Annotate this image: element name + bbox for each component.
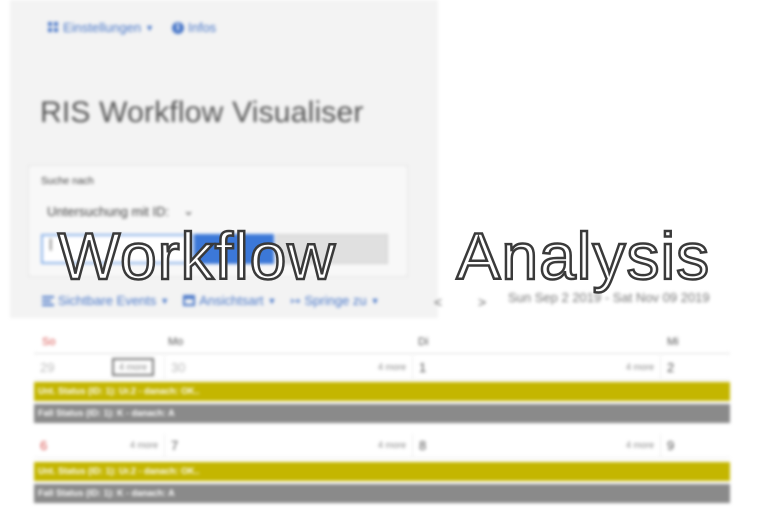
overlay-title: Workflow Analysis	[57, 218, 711, 295]
next-button[interactable]: >	[478, 294, 486, 310]
settings-label: Einstellungen	[63, 20, 142, 35]
event-bar[interactable]: Fall Status (ID: 1): K - danach: A	[34, 484, 730, 503]
view-type-label: Ansichtsart	[199, 293, 264, 308]
visible-events-label: Sichtbare Events	[58, 293, 157, 308]
jump-to-label: Springe zu	[304, 293, 367, 308]
calendar-day[interactable]: 7 4 more	[164, 434, 412, 458]
prev-button[interactable]: <	[434, 294, 442, 310]
day-number: 8	[419, 438, 427, 453]
header-tuesday: Di	[418, 336, 429, 348]
day-number: 7	[171, 438, 179, 453]
event-bar[interactable]: Unt. Status (ID: 1): Ur.2 - danach: OK..	[34, 382, 730, 401]
more-link[interactable]: 4 more	[130, 440, 158, 450]
grid-icon	[48, 22, 59, 33]
chevron-down-icon: ▼	[267, 295, 277, 306]
visible-events-dropdown[interactable]: Sichtbare Events ▼	[42, 293, 169, 308]
search-type-value: Untersuchung mit ID:	[47, 203, 170, 219]
day-number: 2	[667, 360, 675, 375]
calendar-day[interactable]: 6 4 more	[34, 434, 164, 458]
header-sunday: So	[42, 336, 56, 348]
chevron-down-icon: ⌄	[183, 203, 195, 218]
settings-menu[interactable]: Einstellungen ▼	[48, 20, 154, 35]
calendar-day[interactable]: 9	[660, 434, 730, 458]
week-day-row: 29 4 more 30 4 more 1 4 more 2	[34, 356, 730, 380]
event-bar[interactable]: Unt. Status (ID: 1): Ur.2 - danach: OK..	[34, 462, 730, 481]
calendar-day[interactable]: 29 4 more	[34, 356, 164, 380]
info-link[interactable]: i Infos	[171, 20, 217, 35]
chevron-down-icon: ▼	[145, 22, 154, 33]
day-number: 9	[667, 438, 675, 453]
calendar-toolbar: Sichtbare Events ▼ Ansichtsart ▼ ↦ Sprin…	[42, 293, 380, 308]
day-number: 6	[40, 438, 48, 453]
search-label: Suche nach	[41, 176, 94, 187]
chevron-down-icon: ▼	[370, 295, 380, 306]
header-wednesday: Mi	[667, 336, 679, 348]
view-type-dropdown[interactable]: Ansichtsart ▼	[183, 293, 276, 308]
jump-to-dropdown[interactable]: ↦ Springe zu ▼	[290, 293, 379, 308]
calendar-day[interactable]: 30 4 more	[164, 356, 412, 380]
day-number: 30	[171, 360, 186, 375]
calendar-day[interactable]: 1 4 more	[412, 356, 660, 380]
chevron-down-icon: ▼	[160, 295, 170, 306]
info-label: Infos	[187, 20, 217, 35]
more-link[interactable]: 4 more	[112, 358, 155, 376]
more-link[interactable]: 4 more	[626, 362, 654, 372]
more-link[interactable]: 4 more	[378, 440, 406, 450]
calendar-icon	[183, 295, 196, 306]
day-number: 1	[419, 360, 427, 375]
info-icon: i	[171, 21, 184, 34]
top-nav: Einstellungen ▼ i Infos	[48, 20, 216, 35]
calendar-day[interactable]: 2	[660, 356, 730, 380]
arrow-right-icon: ↦	[290, 293, 301, 308]
filter-icon	[42, 295, 54, 306]
header-monday: Mo	[168, 336, 184, 348]
day-number: 29	[40, 360, 55, 375]
more-link[interactable]: 4 more	[378, 362, 406, 372]
calendar-day[interactable]: 8 4 more	[412, 434, 660, 458]
event-bar[interactable]: Fall Status (ID: 1): K - danach: A	[34, 404, 730, 423]
page-title: RIS Workflow Visualiser	[40, 96, 364, 129]
more-link[interactable]: 4 more	[626, 440, 654, 450]
week-day-row: 6 4 more 7 4 more 8 4 more 9	[34, 434, 730, 458]
calendar-header: So Mo Di Mi	[34, 328, 730, 354]
